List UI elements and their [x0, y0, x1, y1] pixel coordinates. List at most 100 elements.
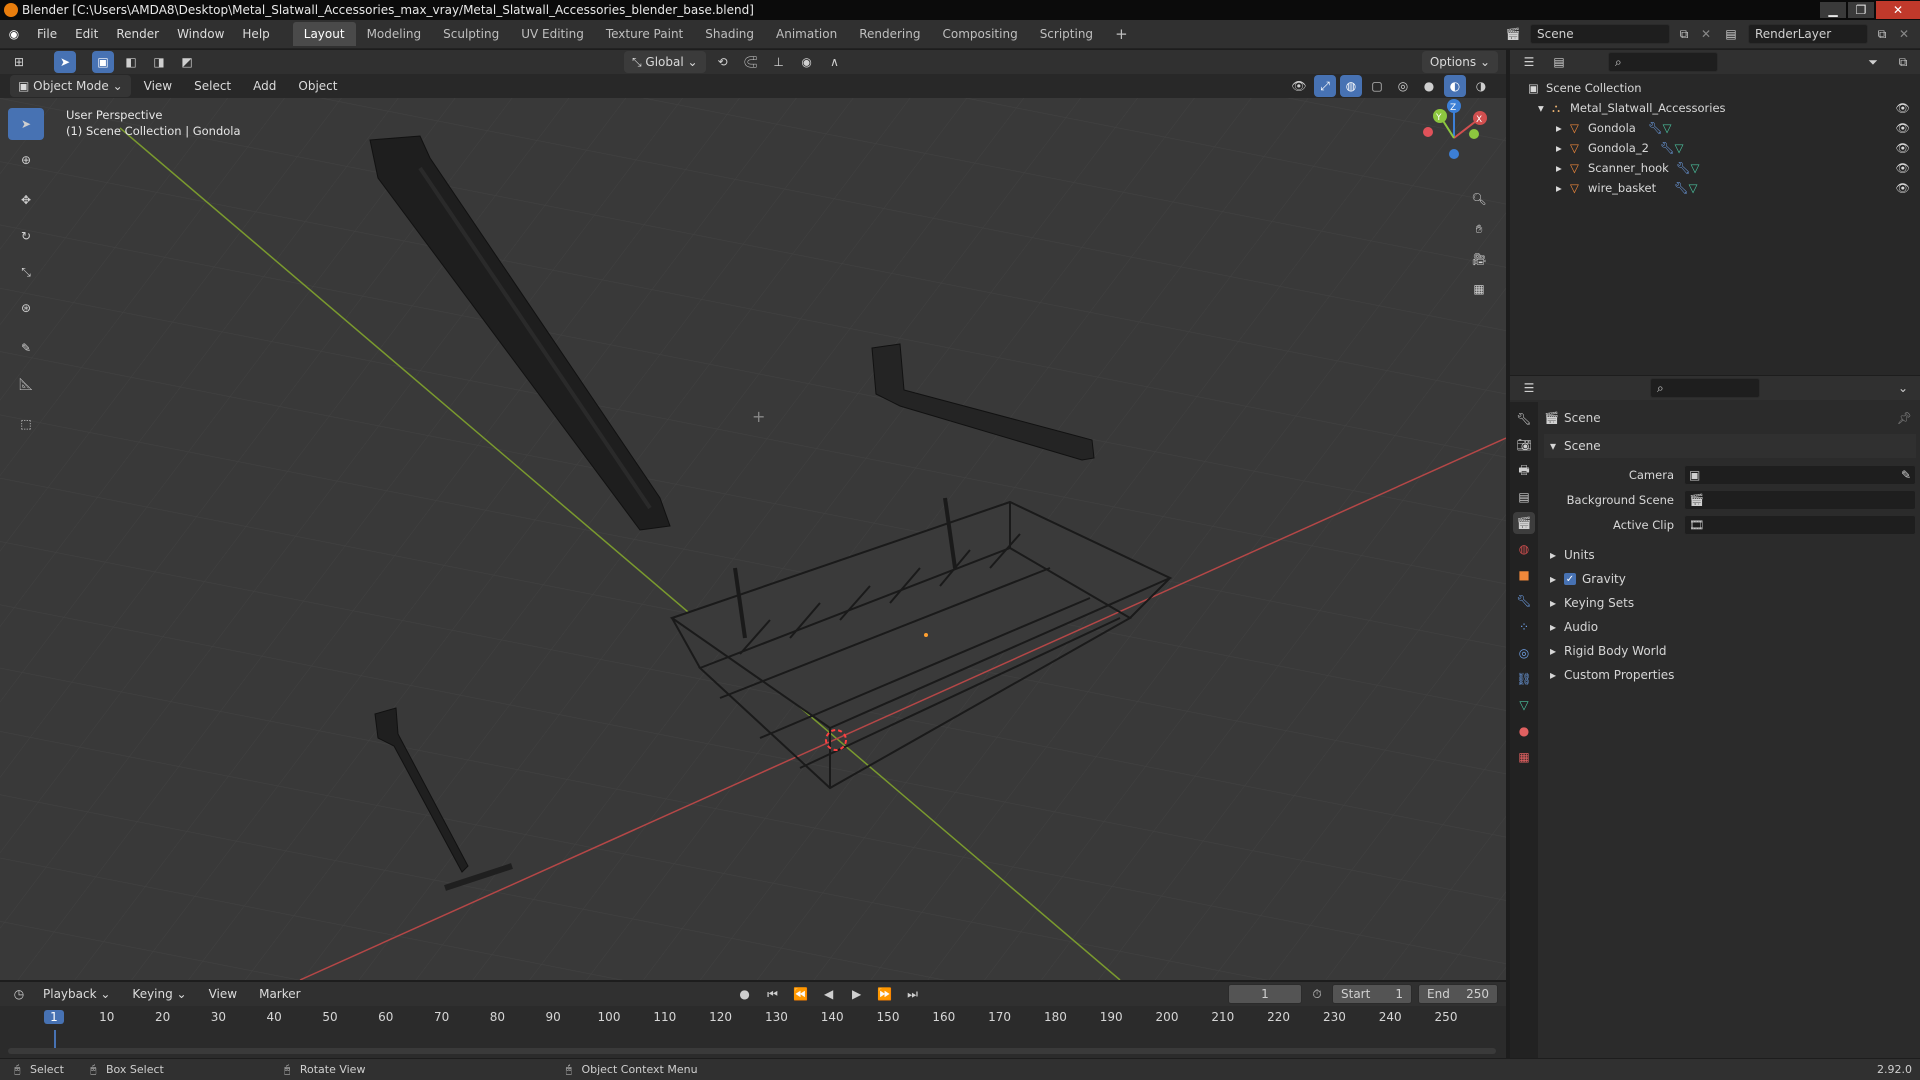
add-cube-tool-icon[interactable]: ⬚ — [8, 408, 44, 440]
expand-arrow-icon[interactable]: ▸ — [1556, 141, 1570, 155]
menu-file[interactable]: File — [28, 22, 66, 46]
timeline-scrollbar[interactable] — [8, 1048, 1496, 1054]
physics-tab-icon[interactable]: ◎ — [1513, 642, 1535, 664]
menu-render[interactable]: Render — [107, 22, 168, 46]
new-view-layer-icon[interactable]: ⧉ — [1872, 27, 1892, 42]
scene-tab-icon[interactable]: 🎬︎ — [1513, 512, 1535, 534]
modifier-wrench-icon[interactable]: 🔧︎ — [1674, 181, 1689, 195]
expand-arrow-icon[interactable]: ▸ — [1556, 121, 1570, 135]
new-scene-icon[interactable]: ⧉ — [1674, 27, 1694, 42]
camera-view-icon[interactable]: 🎥︎ — [1468, 248, 1490, 270]
perspective-toggle-icon[interactable]: ▦ — [1468, 278, 1490, 300]
tab-shading[interactable]: Shading — [694, 22, 765, 46]
timeline-menu-playback[interactable]: Playback ⌄ — [34, 982, 119, 1006]
transform-tool-icon[interactable]: ⊛ — [8, 292, 44, 324]
keying-sets-panel[interactable]: ▸ Keying Sets — [1544, 591, 1916, 615]
object-tab-icon[interactable]: ■ — [1513, 564, 1535, 586]
modifier-wrench-icon[interactable]: 🔧︎ — [1676, 161, 1691, 175]
play-icon[interactable]: ▶ — [846, 983, 868, 1005]
preview-range-icon[interactable]: ⏱︎ — [1308, 987, 1326, 1002]
tab-rendering[interactable]: Rendering — [848, 22, 931, 46]
minimize-button[interactable]: ▁ — [1820, 2, 1846, 18]
play-reverse-icon[interactable]: ◀ — [818, 983, 840, 1005]
next-keyframe-icon[interactable]: ⏩ — [874, 983, 896, 1005]
rigid-body-world-panel[interactable]: ▸ Rigid Body World — [1544, 639, 1916, 663]
rendered-shading-icon[interactable]: ◑ — [1470, 75, 1492, 97]
scene-selector[interactable]: Scene — [1530, 24, 1670, 44]
wireframe-shading-icon[interactable]: ◎ — [1392, 75, 1414, 97]
texture-tab-icon[interactable]: ▦ — [1513, 746, 1535, 768]
expand-arrow-icon[interactable]: ▸ — [1556, 181, 1570, 195]
view-layer-selector[interactable]: RenderLayer — [1748, 24, 1868, 44]
jump-end-icon[interactable]: ⏭ — [902, 983, 924, 1005]
select-tool-icon[interactable]: ➤ — [54, 51, 76, 73]
outliner-object-row[interactable]: ▸ ▽ Gondola 🔧︎ ▽ 👁︎ — [1528, 118, 1920, 138]
active-clip-field[interactable]: 🎞︎ — [1684, 514, 1916, 535]
modifier-wrench-icon[interactable]: 🔧︎ — [1660, 141, 1675, 155]
scene-collection-row[interactable]: ▣ Scene Collection — [1528, 78, 1920, 98]
select-mode-extend-icon[interactable]: ◧ — [120, 51, 142, 73]
pan-hand-icon[interactable]: ✋︎ — [1468, 218, 1490, 240]
viewport-menu-view[interactable]: View — [135, 74, 181, 98]
cursor-tool-icon[interactable]: ⊕ — [8, 144, 44, 176]
output-tab-icon[interactable]: 🖶︎ — [1513, 460, 1535, 482]
mode-dropdown[interactable]: ▣ Object Mode ⌄ — [10, 75, 131, 97]
close-window-button[interactable]: ✕ — [1876, 1, 1920, 19]
move-tool-icon[interactable]: ✥ — [8, 184, 44, 216]
current-frame-field[interactable]: 1 — [1228, 984, 1302, 1004]
material-tab-icon[interactable]: ● — [1513, 720, 1535, 742]
tab-uv-editing[interactable]: UV Editing — [510, 22, 595, 46]
viewport-menu-select[interactable]: Select — [185, 74, 240, 98]
options-dropdown[interactable]: Options ⌄ — [1421, 51, 1498, 73]
eyedropper-icon[interactable]: ✎ — [1901, 468, 1911, 482]
3d-viewport[interactable]: + User Perspective (1) Scene Collection … — [0, 98, 1506, 980]
outliner-object-row[interactable]: ▸ ▽ wire_basket 🔧︎ ▽ 👁︎ — [1528, 178, 1920, 198]
tab-scripting[interactable]: Scripting — [1029, 22, 1104, 46]
gravity-checkbox[interactable]: ✓ — [1564, 573, 1576, 585]
object-visibility-eye-icon[interactable]: 👁︎ — [1895, 141, 1910, 155]
modifier-wrench-icon[interactable]: 🔧︎ — [1648, 121, 1663, 135]
modifier-tab-icon[interactable]: 🔧︎ — [1513, 590, 1535, 612]
navigation-gizmo[interactable]: Z X Y — [1410, 98, 1490, 178]
tab-layout[interactable]: Layout — [292, 22, 356, 46]
remove-scene-icon[interactable]: ✕ — [1698, 27, 1714, 41]
auto-keying-icon[interactable]: ● — [734, 983, 756, 1005]
remove-view-layer-icon[interactable]: ✕ — [1896, 27, 1912, 41]
select-box-tool-icon[interactable]: ➤ — [8, 108, 44, 140]
mesh-data-icon[interactable]: ▽ — [1689, 181, 1698, 195]
audio-panel[interactable]: ▸ Audio — [1544, 615, 1916, 639]
particles-tab-icon[interactable]: ⁘ — [1513, 616, 1535, 638]
snap-target-icon[interactable]: ⊥ — [768, 51, 790, 73]
editor-type-icon[interactable]: ⊞ — [8, 51, 30, 73]
rotate-tool-icon[interactable]: ↻ — [8, 220, 44, 252]
object-visibility-eye-icon[interactable]: 👁︎ — [1895, 121, 1910, 135]
camera-field[interactable]: ▣ ✎ — [1684, 464, 1916, 485]
world-tab-icon[interactable]: ◍ — [1513, 538, 1535, 560]
select-mode-invert-icon[interactable]: ◩ — [176, 51, 198, 73]
units-panel[interactable]: ▸ Units — [1544, 543, 1916, 567]
collection-row[interactable]: ▾ ⛬ Metal_Slatwall_Accessories 👁︎ — [1528, 98, 1920, 118]
outliner-object-row[interactable]: ▸ ▽ Gondola_2 🔧︎ ▽ 👁︎ — [1528, 138, 1920, 158]
collection-visibility-eye-icon[interactable]: 👁︎ — [1895, 101, 1910, 115]
snap-icon[interactable]: 🧲︎ — [740, 51, 762, 73]
menu-help[interactable]: Help — [233, 22, 278, 46]
gravity-panel[interactable]: ▸ ✓ Gravity — [1544, 567, 1916, 591]
end-frame-field[interactable]: End 250 — [1418, 984, 1498, 1004]
viewport-menu-add[interactable]: Add — [244, 74, 285, 98]
menu-window[interactable]: Window — [168, 22, 233, 46]
jump-start-icon[interactable]: ⏮ — [762, 983, 784, 1005]
material-shading-icon[interactable]: ◐ — [1444, 75, 1466, 97]
solid-shading-icon[interactable]: ● — [1418, 75, 1440, 97]
timeline-editor-type-icon[interactable]: ◷ — [8, 983, 30, 1005]
timeline-menu-view[interactable]: View — [200, 982, 246, 1006]
proportional-edit-icon[interactable]: ◉ — [796, 51, 818, 73]
constraints-tab-icon[interactable]: ⛓︎ — [1513, 668, 1535, 690]
select-mode-subtract-icon[interactable]: ◨ — [148, 51, 170, 73]
tab-compositing[interactable]: Compositing — [931, 22, 1028, 46]
annotate-tool-icon[interactable]: ✎ — [8, 332, 44, 364]
filter-icon[interactable]: ⏷ — [1862, 51, 1884, 73]
display-mode-icon[interactable]: ▤ — [1548, 51, 1570, 73]
outliner-editor-type-icon[interactable]: ☰ — [1518, 51, 1540, 73]
object-visibility-eye-icon[interactable]: 👁︎ — [1895, 181, 1910, 195]
maximize-button[interactable]: ❐ — [1848, 2, 1874, 18]
